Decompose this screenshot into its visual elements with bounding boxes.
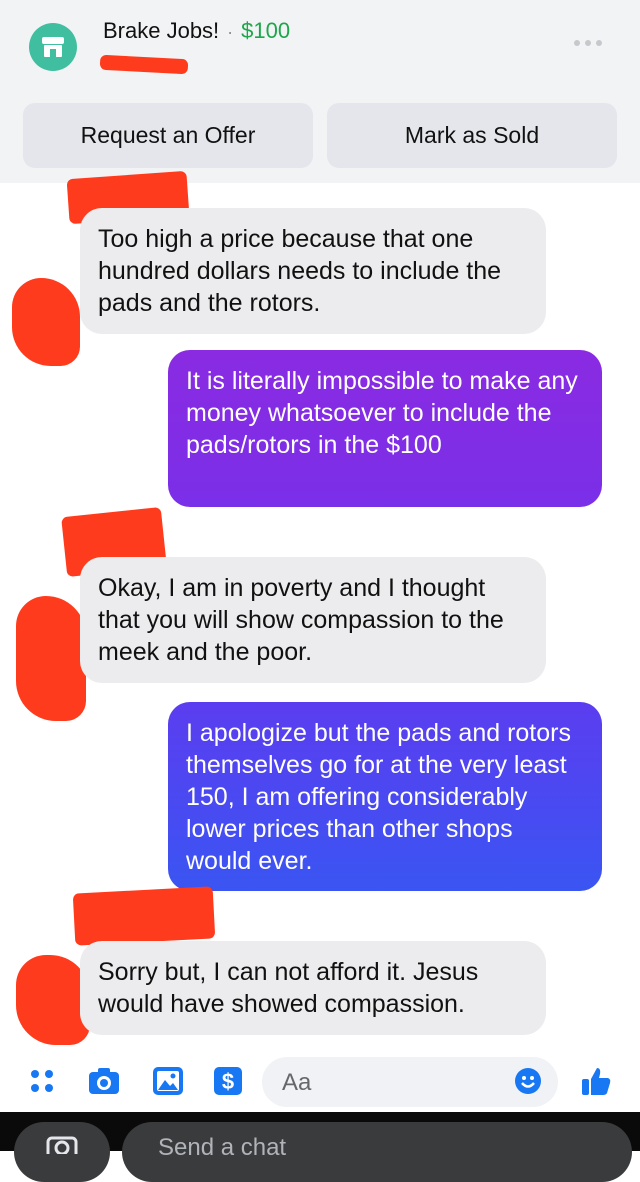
more-options-icon[interactable]: [574, 33, 614, 53]
message-incoming: Too high a price because that one hundre…: [80, 208, 546, 334]
camera-outline-icon: [46, 1132, 78, 1160]
redacted-sender-avatar: [12, 278, 80, 366]
gallery-icon[interactable]: [152, 1065, 184, 1097]
marketplace-store-icon[interactable]: [29, 23, 77, 71]
redacted-sender-name: [72, 886, 216, 946]
redacted-sender-avatar: [16, 596, 86, 721]
apps-grid-icon[interactable]: [26, 1065, 58, 1097]
mark-as-sold-button[interactable]: Mark as Sold: [327, 103, 617, 168]
redacted-sender-avatar: [16, 955, 90, 1045]
request-offer-button[interactable]: Request an Offer: [23, 103, 313, 168]
message-incoming: Okay, I am in poverty and I thought that…: [80, 557, 546, 683]
title-separator: ·: [227, 22, 234, 42]
message-incoming: Sorry but, I can not afford it. Jesus wo…: [80, 941, 546, 1035]
message-outgoing: I apologize but the pads and rotors them…: [168, 702, 602, 891]
listing-price: $100: [241, 18, 291, 43]
camera-icon[interactable]: [88, 1065, 120, 1097]
thumbs-up-icon[interactable]: [580, 1065, 612, 1097]
emoji-icon[interactable]: [512, 1065, 544, 1097]
send-chat-placeholder: Send a chat: [158, 1134, 287, 1161]
listing-title-row[interactable]: Brake Jobs! · $100: [103, 18, 290, 44]
message-outgoing: It is literally impossible to make any m…: [168, 350, 602, 507]
svg-text:$: $: [222, 1069, 234, 1094]
message-input-placeholder: Aa: [282, 1069, 312, 1096]
listing-title: Brake Jobs!: [103, 18, 220, 43]
payment-dollar-icon[interactable]: $: [212, 1065, 244, 1097]
